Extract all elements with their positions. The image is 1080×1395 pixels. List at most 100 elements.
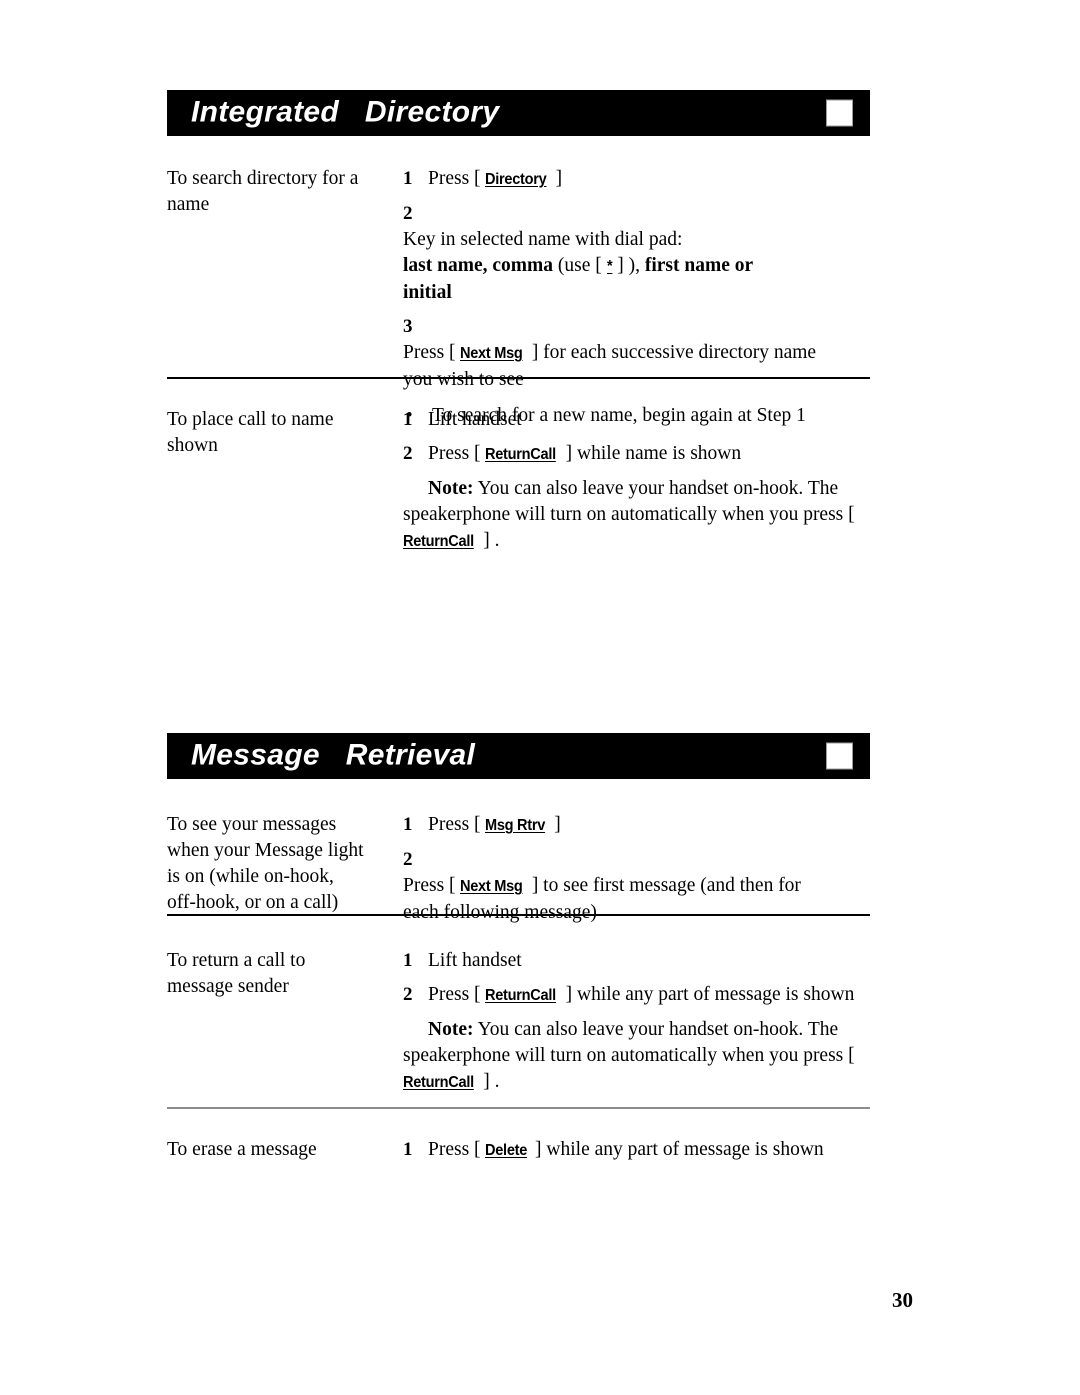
feature-button-star[interactable]: *: [607, 254, 613, 280]
section-title: Message Retrieval: [191, 738, 476, 772]
paren-open: (use [: [557, 255, 607, 276]
step-text: Press [ ReturnCall ] while name is shown: [428, 443, 741, 464]
procedure-label-line: To place call to name: [167, 409, 334, 430]
section-title: Integrated Directory: [191, 95, 500, 129]
procedure-label-line: message sender: [167, 976, 289, 997]
step-number: 1: [403, 1139, 413, 1160]
emphasis-initial: initial: [403, 282, 452, 303]
note-item: Note: You can also leave your handset on…: [403, 476, 870, 555]
note-suffix: ] .: [478, 1071, 500, 1092]
step-text-suffix: ] while any part of message is shown: [560, 984, 855, 1005]
feature-button-returncall[interactable]: ReturnCall: [403, 1070, 474, 1096]
paren-close: ] ),: [612, 255, 645, 276]
section-divider: [167, 914, 870, 916]
section-divider: [167, 377, 870, 379]
procedure-steps: 1 Lift handset 2 Press [ ReturnCall ] wh…: [403, 407, 870, 555]
step-text-suffix: ] while name is shown: [560, 443, 742, 464]
procedure-label-line: shown: [167, 435, 218, 456]
step-text: Press [ Directory ]: [428, 168, 562, 189]
procedure-steps: 1 Press [ Delete ] while any part of mes…: [403, 1137, 870, 1164]
step-text-prefix: Press [: [428, 984, 486, 1005]
feature-button-next-msg[interactable]: Next Msg: [460, 874, 523, 900]
step-number: 2: [403, 203, 413, 224]
step-text-prefix: Press [: [428, 443, 486, 464]
note-suffix: ] .: [478, 530, 500, 551]
step-text-prefix: Press [: [403, 342, 461, 363]
step-text-suffix: ] while any part of message is shown: [530, 1139, 824, 1160]
step-text-suffix: ]: [550, 168, 563, 189]
step-text-line: Key in selected name with dial pad:: [403, 229, 683, 250]
procedure-steps: 1 Press [ Msg Rtrv ] 2 Press [ Next Msg …: [403, 812, 870, 926]
procedure-steps: 1 Lift handset 2 Press [ ReturnCall ] wh…: [403, 948, 870, 1096]
feature-button-msg-rtrv[interactable]: Msg Rtrv: [485, 813, 545, 839]
step-text-suffix: ] for each successive directory name: [526, 342, 817, 363]
note-text: Note: You can also leave your handset on…: [403, 1019, 855, 1092]
note-label: Note:: [428, 1019, 474, 1040]
section-header-integrated-directory: Integrated Directory: [167, 90, 870, 136]
page-number: 30: [892, 1288, 913, 1312]
step-text: Press [ Next Msg ] to see first message …: [403, 873, 870, 926]
step-text-suffix: ] to see first message (and then for: [526, 875, 801, 896]
procedure-label-line: is on (while on-hook,: [167, 866, 334, 887]
procedure-steps: 1 Press [ Directory ] 2 Key in selected …: [403, 166, 870, 429]
feature-button-returncall[interactable]: ReturnCall: [485, 442, 556, 468]
step-item: 1 Press [ Delete ] while any part of mes…: [403, 1137, 870, 1164]
step-text-line: last name, comma (use [ * ] ), first nam…: [403, 253, 870, 280]
step-item: 3 Press [ Next Msg ] for each successive…: [403, 314, 870, 393]
procedure-label: To search directory for a name: [167, 166, 395, 218]
procedure-label-line: when your Message light: [167, 840, 364, 861]
feature-button-next-msg[interactable]: Next Msg: [460, 341, 523, 367]
section-divider: [167, 1107, 870, 1109]
step-text-line: Press [ Next Msg ] to see first message …: [403, 873, 870, 900]
procedure-label-line: To search directory for a: [167, 168, 359, 189]
step-number: 1: [403, 409, 413, 430]
feature-button-delete[interactable]: Delete: [485, 1138, 527, 1164]
step-text-prefix: Press [: [428, 814, 486, 835]
step-text: Key in selected name with dial pad: last…: [403, 227, 870, 306]
step-text: Lift handset: [428, 409, 522, 430]
feature-button-returncall[interactable]: ReturnCall: [403, 529, 474, 555]
step-number: 2: [403, 984, 413, 1005]
step-text-prefix: Press [: [428, 168, 486, 189]
step-text-prefix: Press [: [428, 1139, 486, 1160]
section-header-message-retrieval: Message Retrieval: [167, 733, 870, 779]
step-text: Press [ Delete ] while any part of messa…: [428, 1139, 824, 1160]
step-item: 1 Lift handset: [403, 948, 870, 974]
step-number: 1: [403, 814, 413, 835]
step-item: 2 Key in selected name with dial pad: la…: [403, 201, 870, 306]
feature-button-directory[interactable]: Directory: [485, 167, 547, 193]
procedure-label-line: off-hook, or on a call): [167, 892, 339, 913]
step-text-line: Press [ Next Msg ] for each successive d…: [403, 340, 870, 367]
step-text-prefix: Press [: [403, 875, 461, 896]
procedure-label: To see your messages when your Message l…: [167, 812, 395, 916]
procedure-label-line: To see your messages: [167, 814, 337, 835]
step-item: 1 Press [ Msg Rtrv ]: [403, 812, 870, 839]
note-item: Note: You can also leave your handset on…: [403, 1017, 870, 1096]
step-item: 2 Press [ ReturnCall ] while name is sho…: [403, 441, 870, 468]
step-number: 1: [403, 950, 413, 971]
step-text: Press [ ReturnCall ] while any part of m…: [428, 984, 854, 1005]
step-number: 1: [403, 168, 413, 189]
section-marker-square-icon: [826, 99, 853, 127]
step-text: Press [ Msg Rtrv ]: [428, 814, 561, 835]
step-text-line: each following message): [403, 902, 597, 923]
step-number: 2: [403, 443, 413, 464]
step-text-line: you wish to see: [403, 369, 524, 390]
note-label: Note:: [428, 478, 474, 499]
procedure-label: To place call to name shown: [167, 407, 395, 459]
step-item: 1 Lift handset: [403, 407, 870, 433]
document-page: Integrated Directory To search directory…: [0, 0, 1080, 1395]
procedure-label-line: To erase a message: [167, 1139, 317, 1160]
step-text: Lift handset: [428, 950, 522, 971]
section-marker-square-icon: [826, 742, 853, 770]
procedure-label-line: name: [167, 194, 210, 215]
step-item: 2 Press [ ReturnCall ] while any part of…: [403, 982, 870, 1009]
note-text: Note: You can also leave your handset on…: [403, 478, 855, 551]
feature-button-returncall[interactable]: ReturnCall: [485, 983, 556, 1009]
step-text: Press [ Next Msg ] for each successive d…: [403, 340, 870, 393]
procedure-label: To return a call to message sender: [167, 948, 395, 1000]
emphasis-first-name: first name or: [644, 255, 754, 276]
step-item: 1 Press [ Directory ]: [403, 166, 870, 193]
procedure-label-line: To return a call to: [167, 950, 306, 971]
step-number: 2: [403, 849, 413, 870]
